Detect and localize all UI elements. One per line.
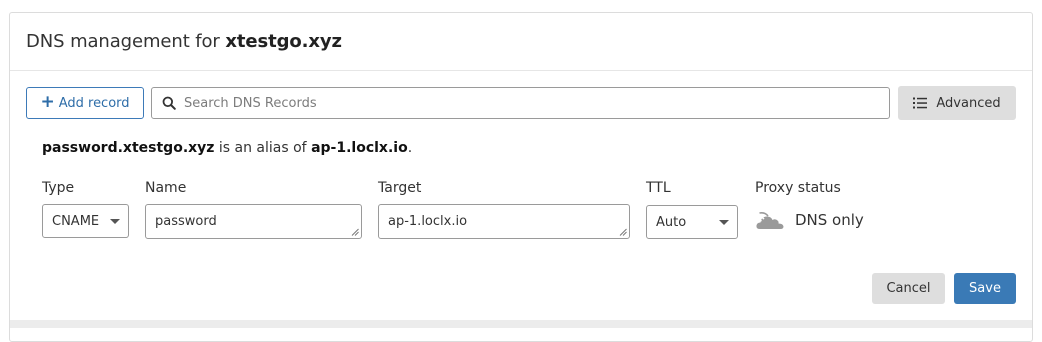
- name-input[interactable]: password: [145, 204, 362, 239]
- cancel-button[interactable]: Cancel: [872, 273, 945, 304]
- list-icon: [913, 97, 928, 109]
- header-divider: [10, 70, 1032, 71]
- name-input-value: password: [155, 214, 217, 229]
- alias-end: .: [407, 140, 413, 156]
- advanced-button[interactable]: Advanced: [898, 86, 1016, 120]
- search-input[interactable]: [184, 95, 874, 111]
- resize-grip-icon[interactable]: [351, 228, 359, 236]
- ttl-select[interactable]: Auto: [646, 205, 738, 239]
- target-label: Target: [378, 180, 422, 196]
- type-select[interactable]: CNAME: [42, 204, 129, 238]
- plus-icon: +: [40, 91, 55, 112]
- ttl-select-value: Auto: [656, 214, 687, 230]
- proxy-status-value: DNS only: [795, 211, 864, 229]
- chevron-down-icon: [719, 220, 729, 225]
- page-title-prefix: DNS management for: [26, 31, 220, 52]
- add-record-button[interactable]: + Add record: [26, 87, 144, 119]
- cloud-icon[interactable]: [755, 209, 785, 231]
- name-label: Name: [145, 180, 187, 196]
- target-input-value: ap-1.loclx.io: [388, 214, 468, 229]
- target-input[interactable]: ap-1.loclx.io: [378, 204, 630, 239]
- type-select-value: CNAME: [52, 213, 100, 229]
- chevron-down-icon: [110, 219, 120, 224]
- alias-note: password.xtestgo.xyz is an alias of ap-1…: [42, 140, 412, 156]
- type-label: Type: [42, 180, 75, 196]
- page-title: DNS management for xtestgo.xyz: [26, 31, 342, 52]
- resize-grip-icon[interactable]: [619, 228, 627, 236]
- add-record-label: Add record: [58, 95, 130, 111]
- alias-target: ap-1.loclx.io: [311, 140, 408, 156]
- ttl-label: TTL: [646, 180, 671, 196]
- search-icon: [162, 96, 176, 110]
- advanced-label: Advanced: [936, 95, 1001, 111]
- page-title-domain: xtestgo.xyz: [225, 31, 342, 52]
- alias-middle-text: is an alias of: [218, 140, 307, 156]
- save-button[interactable]: Save: [954, 273, 1016, 304]
- proxy-status-label: Proxy status: [755, 180, 841, 196]
- alias-host: password.xtestgo.xyz: [42, 140, 215, 156]
- search-box[interactable]: [151, 87, 890, 119]
